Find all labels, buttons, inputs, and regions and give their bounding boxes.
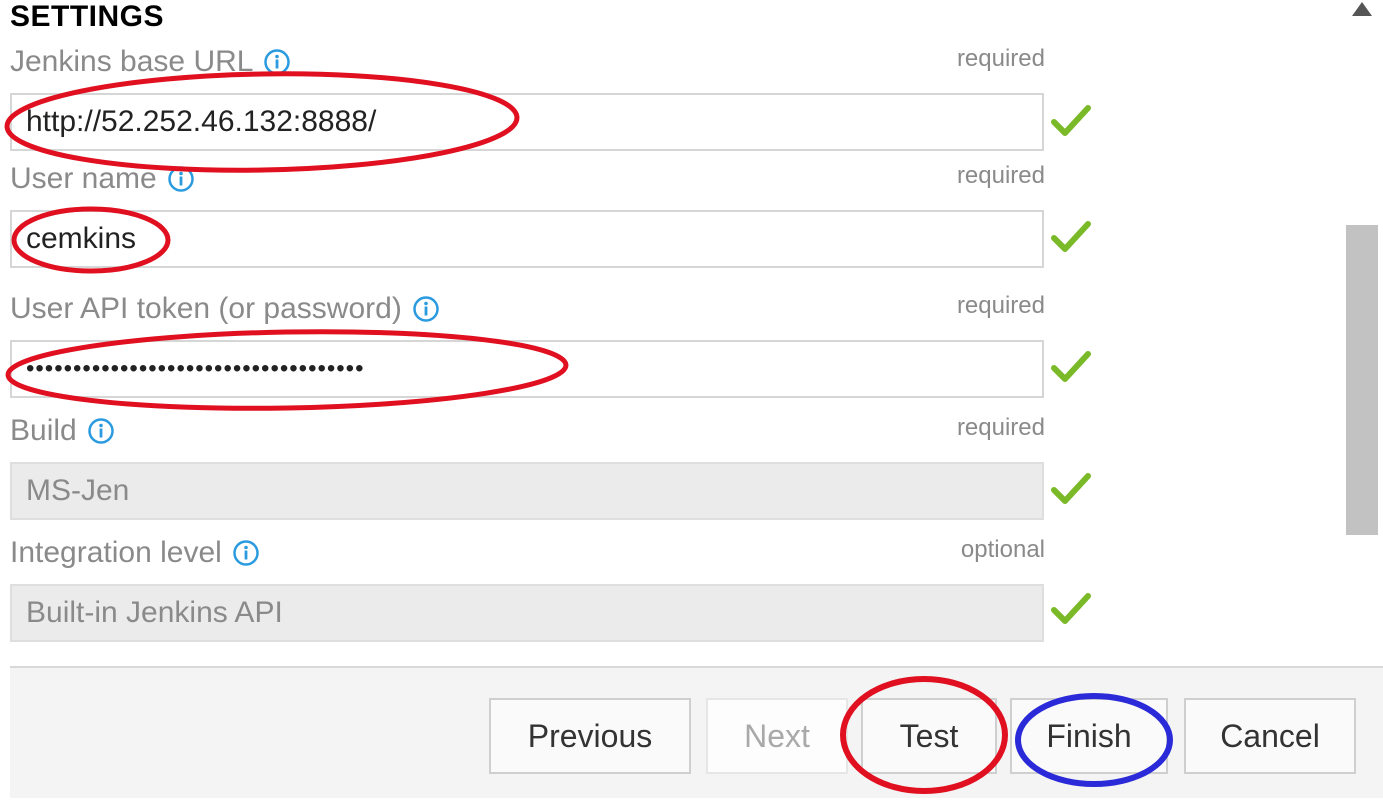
checkmark-icon [1051,105,1091,136]
test-button[interactable]: Test [861,698,997,774]
api-token-label: User API token (or password) [10,292,440,326]
info-icon[interactable] [87,417,115,445]
jenkins-base-url-input[interactable]: http://52.252.46.132:8888/ [10,93,1044,151]
dialog-footer [10,666,1383,798]
user-name-label-text: User name [10,162,157,195]
integration-level-label: Integration level [10,536,260,570]
checkmark-icon [1051,221,1091,252]
cancel-button[interactable]: Cancel [1184,698,1356,774]
api-token-input[interactable]: •••••••••••••••••••••••••••••••••••• [10,340,1044,398]
build-required: required [956,414,1045,441]
jenkins-base-url-label-text: Jenkins base URL [10,45,254,78]
jenkins-base-url-required: required [956,45,1045,72]
previous-button[interactable]: Previous [489,698,691,774]
build-label-text: Build [10,414,77,447]
info-icon[interactable] [263,48,291,76]
integration-level-optional: optional [960,536,1045,563]
build-label: Build [10,414,115,448]
finish-button[interactable]: Finish [1010,698,1168,774]
checkmark-icon [1051,593,1091,624]
info-icon[interactable] [412,295,440,323]
info-icon[interactable] [232,539,260,567]
jenkins-base-url-label: Jenkins base URL [10,45,291,79]
next-button[interactable]: Next [706,698,848,774]
user-name-label: User name [10,162,195,196]
section-title: SETTINGS [10,0,165,33]
api-token-required: required [956,292,1045,319]
info-icon[interactable] [167,165,195,193]
checkmark-icon [1051,473,1091,504]
scrollbar-thumb[interactable] [1346,225,1378,535]
user-name-required: required [956,162,1045,189]
build-input: MS-Jen [10,462,1044,520]
integration-level-label-text: Integration level [10,536,222,569]
api-token-label-text: User API token (or password) [10,292,402,325]
integration-level-input: Built-in Jenkins API [10,584,1044,642]
checkmark-icon [1051,351,1091,382]
scroll-up-arrow-icon[interactable] [1350,0,1374,20]
user-name-input[interactable]: cemkins [10,210,1044,268]
